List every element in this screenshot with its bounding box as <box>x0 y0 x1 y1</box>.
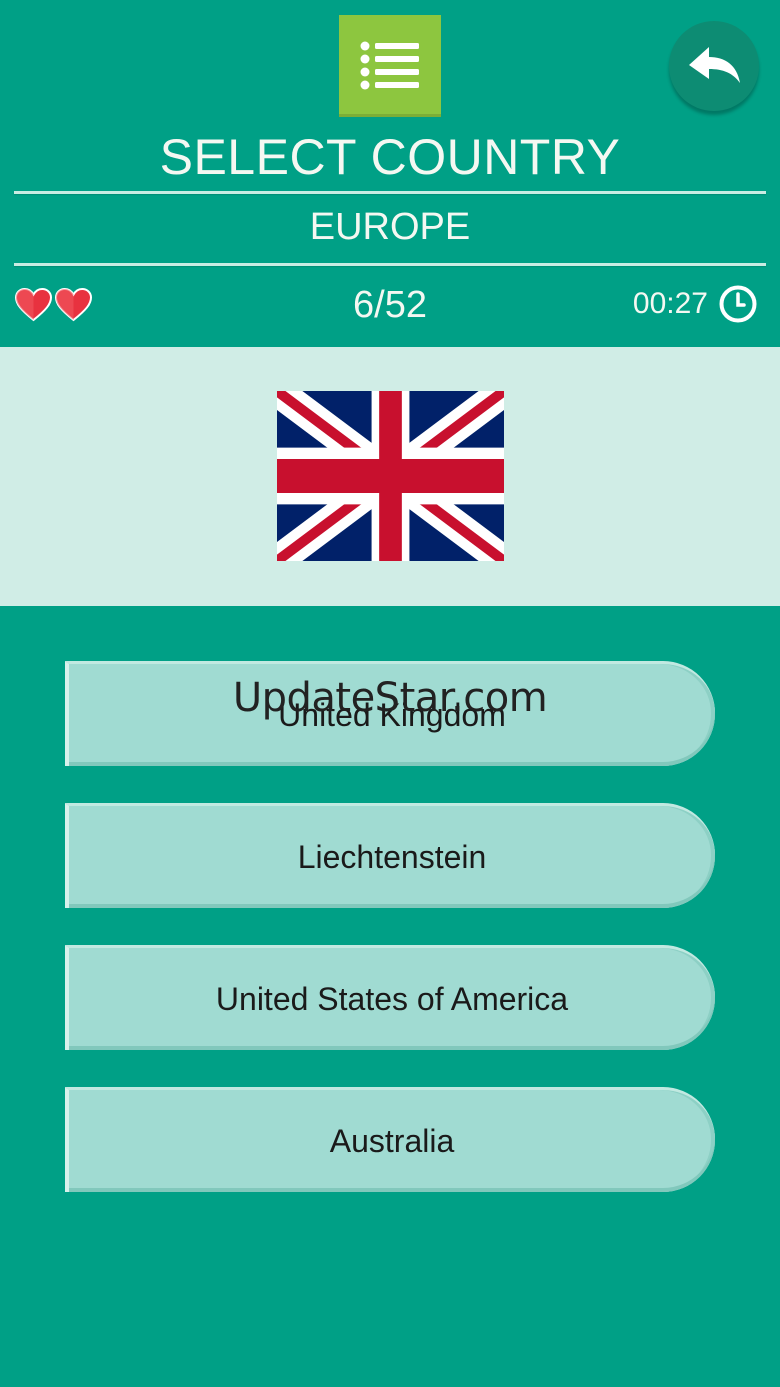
flag-panel <box>0 347 780 606</box>
heart-icon <box>15 288 52 322</box>
answer-button-4[interactable]: Australia <box>65 1087 715 1192</box>
answer-label: United Kingdom <box>278 697 506 733</box>
answer-label: United States of America <box>215 981 569 1017</box>
back-arrow-icon <box>669 21 759 111</box>
lives-indicator <box>15 288 92 322</box>
answer-button-2[interactable]: Liechtenstein <box>65 803 715 908</box>
clock-icon <box>718 284 758 324</box>
answer-label: Liechtenstein <box>297 839 487 875</box>
question-progress: 6/52 <box>353 284 427 326</box>
answer-button-1[interactable]: United Kingdom <box>65 661 715 766</box>
timer: 00:27 <box>633 284 758 324</box>
region-label: EUROPE <box>309 206 471 248</box>
heart-icon <box>55 288 92 322</box>
back-button[interactable] <box>669 21 759 111</box>
answer-button-3[interactable]: United States of America <box>65 945 715 1050</box>
divider <box>14 263 766 266</box>
list-menu-icon <box>339 15 441 117</box>
united-kingdom-flag <box>277 391 504 561</box>
divider <box>14 191 766 194</box>
answer-label: Australia <box>329 1123 455 1159</box>
timer-text: 00:27 <box>632 287 708 320</box>
menu-button[interactable] <box>339 15 441 117</box>
page-title: SELECT COUNTRY <box>159 129 621 185</box>
